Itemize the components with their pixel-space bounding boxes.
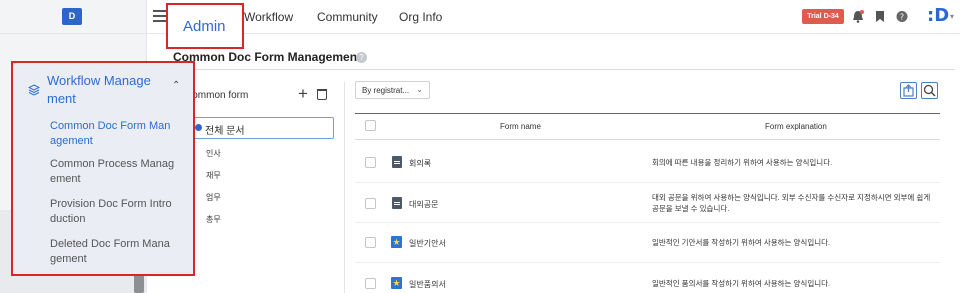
doc-icon bbox=[392, 197, 402, 209]
panel-divider bbox=[344, 82, 345, 293]
form-name[interactable]: 일반기안서 bbox=[409, 238, 446, 249]
layers-icon bbox=[28, 84, 40, 96]
nav-org-info[interactable]: Org Info bbox=[399, 10, 442, 24]
export-icon bbox=[903, 84, 914, 97]
tab-admin[interactable]: Admin bbox=[166, 3, 244, 49]
hamburger-icon[interactable] bbox=[153, 10, 166, 22]
form-name[interactable]: 대외공문 bbox=[409, 199, 438, 210]
nav-workflow[interactable]: Workflow bbox=[244, 10, 293, 24]
help-icon[interactable]: ? bbox=[356, 52, 367, 63]
page-title: Common Doc Form Management bbox=[173, 50, 362, 64]
sort-value: By registrat... bbox=[362, 86, 410, 95]
search-button[interactable] bbox=[921, 82, 938, 99]
star-doc-icon: ★ bbox=[391, 277, 402, 289]
bookmark-icon[interactable] bbox=[874, 10, 886, 23]
column-header-form-name[interactable]: Form name bbox=[500, 122, 541, 131]
menu-item-common-doc-form[interactable]: Common Doc Form Man agement bbox=[50, 119, 190, 149]
form-explanation: 대외 공문을 위하여 사용하는 양식입니다. 외부 수신자를 수신자로 지정하시… bbox=[652, 193, 931, 213]
menu-item-label: Common Process Manag bbox=[50, 158, 175, 170]
form-name[interactable]: 일반품의서 bbox=[409, 279, 446, 290]
rail-divider bbox=[0, 33, 147, 34]
nav-community[interactable]: Community bbox=[317, 10, 378, 24]
menu-item-label: ement bbox=[50, 173, 81, 185]
menu-item-provision-doc-form[interactable]: Provision Doc Form Intro duction bbox=[50, 197, 190, 227]
table-top-border bbox=[355, 113, 940, 114]
menu-item-label: Provision Doc Form Intro bbox=[50, 198, 172, 210]
tab-admin-label: Admin bbox=[183, 18, 226, 35]
chevron-down-icon: ⌄ bbox=[416, 85, 423, 94]
star-doc-icon: ★ bbox=[391, 236, 402, 248]
menu-item-common-process[interactable]: Common Process Manag ement bbox=[50, 157, 190, 187]
help-icon[interactable]: ? bbox=[896, 10, 908, 23]
folder-icon bbox=[195, 124, 202, 131]
form-explanation: 일반적인 품의서를 작성하기 위하여 사용하는 양식입니다. bbox=[652, 279, 831, 288]
row-divider bbox=[355, 182, 940, 183]
workflow-management-menu: Workflow Manage ment ⌃ Common Doc Form M… bbox=[11, 61, 195, 276]
tree-item[interactable]: 총무 bbox=[206, 214, 221, 225]
row-divider bbox=[355, 222, 940, 223]
menu-title-line: Workflow Manage bbox=[47, 73, 151, 88]
menu-item-label: Deleted Doc Form Mana bbox=[50, 238, 170, 250]
table-header-divider bbox=[355, 139, 940, 140]
bell-icon[interactable] bbox=[852, 10, 864, 23]
form-explanation: 회의에 따른 내용을 정리하기 위하여 사용하는 양식입니다. bbox=[652, 158, 833, 167]
form-name[interactable]: 회의록 bbox=[409, 158, 431, 169]
trash-icon[interactable] bbox=[317, 89, 327, 100]
row-checkbox[interactable] bbox=[365, 157, 376, 168]
menu-item-label: gement bbox=[50, 253, 87, 265]
column-header-form-explanation[interactable]: Form explanation bbox=[765, 122, 827, 131]
select-all-checkbox[interactable] bbox=[365, 120, 376, 131]
title-divider bbox=[173, 69, 955, 70]
menu-item-label: Common Doc Form Man bbox=[50, 120, 171, 132]
form-explanation: 일반적인 기안서를 작성하기 위하여 사용하는 양식입니다. bbox=[652, 238, 831, 247]
chevron-up-icon[interactable]: ⌃ bbox=[172, 80, 180, 91]
add-icon[interactable]: + bbox=[298, 85, 308, 102]
menu-item-label: agement bbox=[50, 135, 93, 147]
search-icon bbox=[923, 84, 936, 97]
tree-item[interactable]: 재무 bbox=[206, 170, 221, 181]
row-checkbox[interactable] bbox=[365, 278, 376, 289]
brand-logo[interactable]: :D bbox=[927, 5, 949, 26]
sort-dropdown[interactable]: By registrat... ⌄ bbox=[355, 81, 430, 99]
tree-item[interactable]: 인사 bbox=[206, 148, 221, 159]
row-checkbox[interactable] bbox=[365, 198, 376, 209]
row-checkbox[interactable] bbox=[365, 237, 376, 248]
trial-badge[interactable]: Trial D-34 bbox=[802, 9, 844, 24]
row-divider bbox=[355, 262, 940, 263]
tree-item-label: 전체 문서 bbox=[205, 126, 245, 137]
app-logo[interactable]: D bbox=[62, 8, 82, 25]
export-button[interactable] bbox=[900, 82, 917, 99]
tree-item[interactable]: 업무 bbox=[206, 192, 221, 203]
top-navigation-bar: Workflow Community Org Info Trial D-34 ?… bbox=[147, 0, 960, 34]
svg-text:?: ? bbox=[900, 13, 904, 22]
doc-icon bbox=[392, 156, 402, 168]
menu-title-line: ment bbox=[47, 91, 76, 106]
chevron-down-icon[interactable]: ▾ bbox=[950, 12, 954, 21]
menu-item-deleted-doc-form[interactable]: Deleted Doc Form Mana gement bbox=[50, 237, 190, 267]
menu-title[interactable]: Workflow Manage ment bbox=[47, 72, 167, 108]
menu-item-label: duction bbox=[50, 213, 86, 225]
